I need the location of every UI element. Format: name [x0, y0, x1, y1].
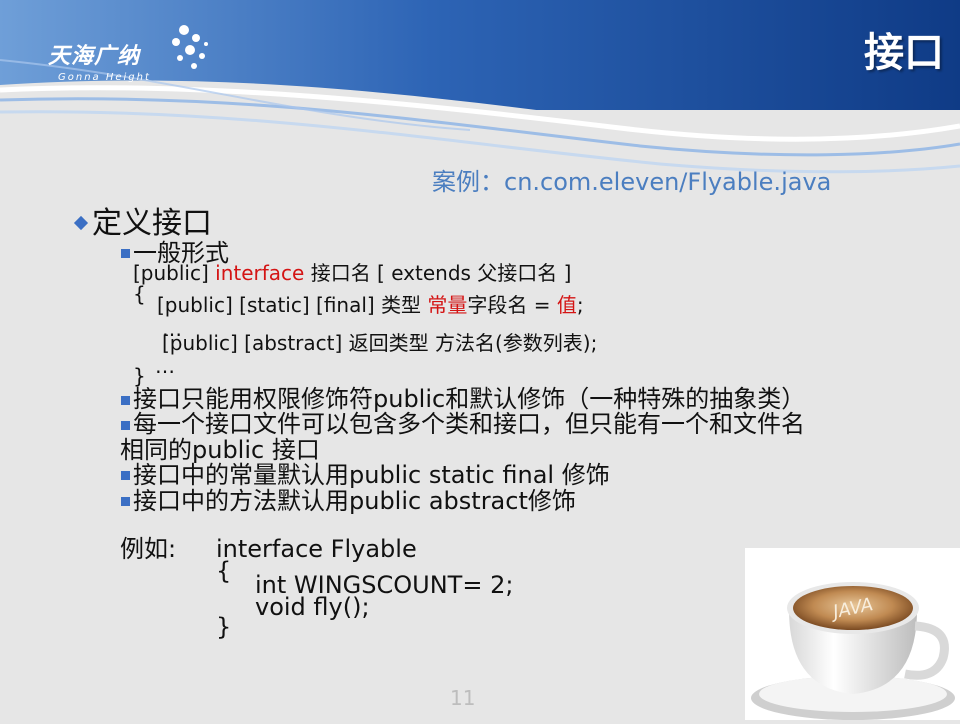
square-bullet-icon: [121, 497, 130, 506]
slide-title: 接口: [864, 30, 944, 76]
field-name: 字段名 =: [467, 293, 551, 317]
diamond-bullet-icon: [73, 215, 89, 231]
field-modifiers: [public] [static] [final] 类型: [157, 293, 422, 317]
example-line-4: void fly();: [255, 593, 370, 621]
field-keyword-constant: 常量: [427, 293, 468, 317]
logo-text: 天海广纳: [48, 44, 141, 69]
example-label: 例如:: [120, 535, 177, 563]
company-logo: 天海广纳 Gonna Height: [48, 38, 149, 83]
field-line: [public] [static] [final] 类型 常量字段名 = 值;: [157, 294, 584, 316]
field-semicolon: ;: [576, 293, 584, 317]
field-keyword-value: 值: [556, 293, 577, 317]
brace-open: {: [133, 282, 146, 306]
example-file-path: 案例：cn.com.eleven/Flyable.java: [432, 168, 832, 196]
square-bullet-icon: [121, 421, 130, 430]
example-line-5: }: [216, 613, 232, 641]
example-line-1: interface Flyable: [216, 535, 417, 563]
bullet-4: 接口中的方法默认用public abstract修饰: [133, 487, 576, 515]
bullet-1: 接口只能用权限修饰符public和默认修饰（一种特殊的抽象类）: [133, 385, 806, 413]
square-bullet-icon: [121, 471, 130, 480]
method-line: [public] [abstract] 返回类型 方法名(参数列表);: [162, 331, 598, 355]
bullet-2-continued: 相同的public 接口: [120, 436, 320, 464]
ellipsis-2: …: [155, 354, 175, 378]
page-number: 11: [450, 686, 476, 710]
example-line-2: {: [216, 557, 232, 585]
section-heading: 定义接口: [92, 206, 212, 241]
square-bullet-icon: [121, 396, 130, 405]
bullet-3: 接口中的常量默认用public static final 修饰: [133, 461, 610, 489]
java-coffee-cup-image: JAVA: [745, 548, 960, 720]
syntax-name: 接口名 [ extends 父接口名 ]: [310, 261, 572, 285]
bullet-2: 每一个接口文件可以包含多个类和接口，但只能有一个和文件名: [133, 410, 805, 438]
brace-close: }: [133, 364, 146, 388]
syntax-keyword-interface: interface: [215, 261, 305, 285]
logo-subtext: Gonna Height: [58, 72, 151, 83]
syntax-line-1: [public] interface 接口名 [ extends 父接口名 ]: [133, 262, 571, 284]
square-bullet-icon: [121, 249, 130, 258]
